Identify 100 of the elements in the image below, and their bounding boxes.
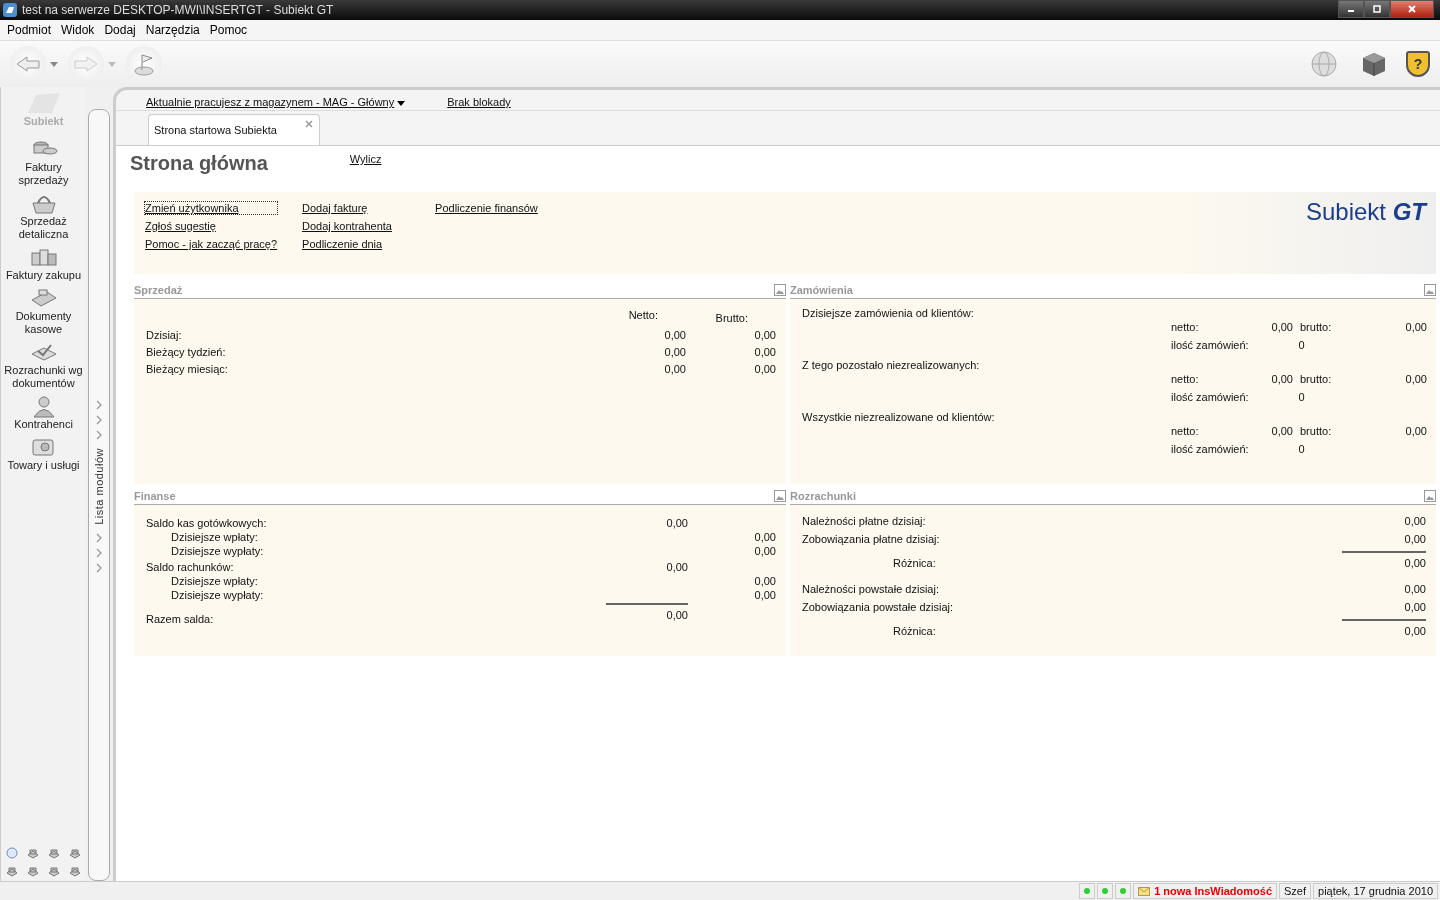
amount: 0,00 [753, 589, 776, 601]
field-label: netto: [1171, 425, 1200, 437]
amount: 0,00 [1270, 321, 1293, 333]
module-icon[interactable] [68, 864, 82, 878]
row-label: Dzisiejsze wpłaty: [170, 575, 259, 587]
amount: 0,00 [1270, 425, 1293, 437]
page-title: Strona główna [130, 152, 268, 175]
circle-icon[interactable] [5, 846, 19, 860]
maximize-icon [1372, 4, 1382, 14]
menu-item[interactable]: Podmiot [2, 23, 57, 37]
row-label: Bieżący tydzień: [146, 346, 227, 358]
column-header: Brutto: [714, 311, 749, 324]
tab[interactable]: Strona startowa Subiekta [148, 114, 320, 145]
module-item[interactable]: Kontrahenci [1, 394, 86, 435]
minimize-button[interactable] [1338, 0, 1364, 18]
module-icon[interactable] [26, 864, 40, 878]
row-label: Różnica: [892, 625, 937, 637]
field-label: netto: [1171, 373, 1200, 385]
module-item[interactable]: Faktury sprzedaży [1, 137, 86, 191]
picture-icon[interactable] [774, 284, 786, 296]
picture-icon[interactable] [1424, 490, 1436, 502]
chevron-icon[interactable] [95, 562, 103, 573]
menu-item[interactable]: Narzędzia [140, 23, 205, 37]
app-icon [3, 3, 17, 17]
amount: 0,00 [663, 329, 686, 341]
module-icon[interactable] [47, 846, 61, 860]
maximize-button[interactable] [1364, 0, 1390, 18]
quick-link[interactable]: Pomoc - jak zacząć pracę? [145, 238, 278, 250]
row-label: Zobowiązania powstałe dzisiaj: [802, 601, 955, 613]
menu-item[interactable]: Widok [56, 23, 100, 37]
field-label: netto: [1171, 321, 1200, 333]
field-label: ilość zamówień: [1171, 391, 1250, 403]
amount: 0,00 [1403, 533, 1426, 545]
section-title: Rozrachunki [790, 490, 856, 502]
amount: 0,00 [1404, 321, 1427, 333]
close-button[interactable] [1390, 0, 1434, 18]
amount: 0,00 [665, 517, 688, 529]
menu-item[interactable]: Pomoc [204, 23, 253, 37]
lock-link[interactable]: Brak blokady [447, 96, 511, 108]
quick-link[interactable]: Zgłoś sugestię [145, 220, 278, 232]
quick-link[interactable]: Podliczenie dnia [302, 238, 411, 250]
caret-icon[interactable] [108, 61, 116, 67]
section-title: Zamówienia [790, 284, 853, 296]
help-shield-button[interactable]: ? [1406, 51, 1430, 77]
amount: 0,00 [1403, 601, 1426, 613]
amount: 0,00 [606, 603, 688, 625]
caret-icon[interactable] [50, 61, 58, 67]
user-name: Szef [1279, 883, 1311, 899]
right-arrow-icon [73, 54, 99, 74]
row-label: Dzisiaj: [146, 329, 183, 341]
field-label: ilość zamówień: [1171, 443, 1250, 455]
quick-link[interactable]: Dodaj kontrahenta [302, 220, 411, 232]
group-label: Dzisiejsze zamówienia od klientów: [802, 307, 975, 321]
module-icon[interactable] [5, 864, 19, 878]
module-list-label[interactable]: Lista modułów [93, 448, 105, 525]
row-label: Różnica: [892, 557, 937, 569]
amount: 0,00 [1342, 551, 1426, 569]
window-title: test na serwerze DESKTOP-MWI\INSERTGT - Subiekt GT [22, 3, 334, 17]
menu-item[interactable]: Dodaj [99, 23, 141, 37]
amount: 0,00 [1342, 619, 1426, 637]
module-item[interactable]: Sprzedaż detaliczna [1, 191, 86, 245]
picture-icon[interactable] [1424, 284, 1436, 296]
section-title: Sprzedaż [134, 284, 183, 296]
field-label: brutto: [1299, 321, 1333, 333]
close-icon [1407, 4, 1417, 14]
left-arrow-icon [15, 54, 41, 74]
amount: 0,00 [1404, 425, 1427, 437]
module-item[interactable]: Dokumenty kasowe [1, 286, 86, 340]
field-label: brutto: [1299, 373, 1333, 385]
column-header: Netto: [627, 309, 659, 323]
caret-icon [397, 100, 406, 106]
row-label: Dzisiejsze wypłaty: [170, 589, 265, 601]
flag-icon [133, 52, 155, 76]
amount: 0,00 [1270, 373, 1293, 385]
close-icon[interactable] [304, 120, 313, 128]
module-icon[interactable] [68, 846, 82, 860]
row-label: Należności powstałe dzisiaj: [802, 583, 940, 595]
picture-icon[interactable] [774, 490, 786, 502]
module-icon[interactable] [26, 846, 40, 860]
cube-icon[interactable] [1360, 50, 1388, 78]
group-label: Wszystkie niezrealizowane od klientów: [802, 411, 996, 425]
field-label: brutto: [1299, 425, 1333, 437]
chevron-icon[interactable] [95, 547, 103, 558]
chevron-icon[interactable] [95, 532, 103, 543]
count: 0 [1297, 391, 1306, 403]
module-icon[interactable] [47, 864, 61, 878]
recalculate-link[interactable]: Wylicz [349, 153, 382, 165]
quick-link[interactable]: Podliczenie finansów [435, 202, 544, 214]
quick-link[interactable]: Zmień użytkownika [145, 202, 278, 214]
date-text: piątek, 17 grudnia 2010 [1313, 883, 1438, 899]
row-label: Saldo kas gotówkowych: [146, 517, 268, 529]
amount: 0,00 [1404, 373, 1427, 385]
warehouse-link[interactable]: Aktualnie pracujesz z magazynem - MAG - Główny [146, 96, 406, 108]
quick-link[interactable]: Dodaj fakturę [302, 202, 411, 214]
module-item[interactable]: Rozrachunki wg dokumentów [1, 340, 86, 394]
globe-icon[interactable] [1310, 50, 1338, 78]
module-item[interactable]: Faktury zakupu [1, 245, 86, 286]
row-label: Zobowiązania płatne dzisiaj: [802, 533, 941, 545]
module-item[interactable]: Towary i usługi [1, 435, 86, 476]
amount: 0,00 [1403, 515, 1426, 527]
